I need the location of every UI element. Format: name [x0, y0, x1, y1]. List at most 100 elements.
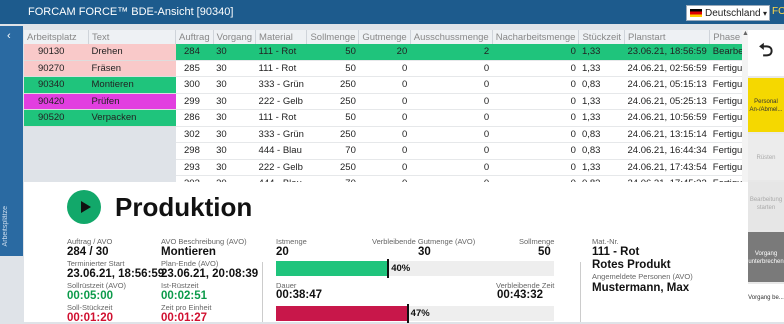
- term-start-value: 23.06.21, 18:56:59: [67, 268, 165, 280]
- order-cell-sollmenge: 50: [306, 44, 359, 61]
- soll-stueck-value: 00:01:20: [67, 312, 114, 324]
- order-cell-nacharbeit: 0: [492, 126, 579, 143]
- order-cell-vorgang: 30: [213, 142, 256, 160]
- workstation-row[interactable]: 90520 Verpacken: [24, 109, 176, 127]
- language-select[interactable]: Deutschland ▾: [686, 5, 770, 21]
- complete-operation-button[interactable]: Vorgang be...: [748, 284, 784, 322]
- order-cell-auftrag: 300: [176, 76, 214, 94]
- ws-header-id[interactable]: Arbeitsplatz: [24, 30, 89, 44]
- ruesten-label: Rüsten: [756, 155, 776, 161]
- order-cell-planstart: 24.06.21, 05:15:13: [624, 76, 710, 94]
- interrupt-operation-button[interactable]: Vorgang unterbrechen: [748, 232, 784, 282]
- order-cell-vorgang: 30: [213, 126, 256, 143]
- workstation-text: Prüfen: [88, 93, 176, 110]
- order-cell-ausschuss: 2: [410, 44, 493, 61]
- order-cell-sollmenge: 50: [306, 109, 359, 127]
- order-row[interactable]: 285 30 111 - Rot 50 0 0 0 1,33 24.06.21, 02:56:5…: [176, 60, 780, 77]
- title-bar: FORCAM FORCE™ BDE-Ansicht [90340] Deutsc…: [0, 0, 784, 24]
- order-cell-gutmenge: 0: [358, 60, 411, 77]
- ist-value: 20: [276, 246, 289, 258]
- workstation-text: Fräsen: [88, 60, 176, 77]
- order-cell-ausschuss: 0: [410, 142, 493, 160]
- start-processing-label: Bearbeitung starten: [749, 197, 783, 211]
- order-cell-stueckzeit: 1,33: [578, 109, 625, 127]
- collapse-chevron-icon[interactable]: ‹: [7, 30, 11, 42]
- back-button[interactable]: ⮌: [748, 30, 784, 76]
- workstation-text: Verpacken: [88, 109, 176, 127]
- order-cell-ausschuss: 0: [410, 126, 493, 143]
- order-cell-material: 222 - Gelb: [255, 159, 307, 176]
- order-row[interactable]: 300 30 333 - Grün 250 0 0 0 0,83 24.06.21, 05:15…: [176, 76, 780, 94]
- order-row[interactable]: 284 30 111 - Rot 50 20 2 0 1,33 23.06.21, 18:56:…: [176, 44, 780, 61]
- order-cell-nacharbeit: 0: [492, 159, 579, 176]
- soll-value: 50: [538, 246, 551, 258]
- order-cell-sollmenge: 250: [306, 93, 359, 110]
- order-cell-planstart: 24.06.21, 05:25:13: [624, 93, 710, 110]
- plan-ende-value: 23.06.21, 20:08:39: [161, 268, 259, 280]
- order-cell-auftrag: 286: [176, 109, 214, 127]
- order-row[interactable]: 293 30 222 - Gelb 250 0 0 0 1,33 24.06.21, 17:43…: [176, 159, 780, 176]
- soll-stueck-label: Soll-Stückzeit: [67, 303, 113, 312]
- order-cell-vorgang: 30: [213, 60, 256, 77]
- auftrag-avo-value: 284 / 30: [67, 246, 109, 258]
- ruesten-button[interactable]: Rüsten: [748, 134, 784, 180]
- workstation-id: 90520: [24, 109, 89, 127]
- quantity-progress-bar: 40%: [276, 259, 554, 278]
- col-planstart[interactable]: Planstart: [624, 30, 711, 44]
- dauer-value: 00:38:47: [276, 289, 323, 301]
- workplace-sidebar[interactable]: ‹ Arbeitsplätze: [0, 26, 23, 256]
- workstation-row[interactable]: 90270 Fräsen: [24, 60, 176, 77]
- order-cell-sollmenge: 250: [306, 159, 359, 176]
- auftrag-avo-label: Auftrag / AVO: [67, 237, 113, 246]
- order-row[interactable]: 299 30 222 - Gelb 250 0 0 0 1,33 24.06.21, 05:25…: [176, 93, 780, 110]
- order-cell-gutmenge: 0: [358, 126, 411, 143]
- col-auftrag[interactable]: Auftrag: [176, 30, 214, 44]
- order-cell-auftrag: 293: [176, 159, 214, 176]
- sidebar-label: Arbeitsplätze: [2, 206, 9, 247]
- personal-login-button[interactable]: Personal An-/Abmel...: [748, 78, 784, 132]
- col-sollmenge[interactable]: Sollmenge: [306, 30, 360, 44]
- interrupt-operation-label: Vorgang unterbrechen: [748, 251, 784, 265]
- col-ausschuss[interactable]: Ausschussmenge: [410, 30, 493, 44]
- col-nacharbeit[interactable]: Nacharbeitsmenge: [492, 30, 580, 44]
- workstation-row[interactable]: 90420 Prüfen: [24, 93, 176, 110]
- time-progress-fill: [276, 306, 407, 321]
- workstation-row[interactable]: 90130 Drehen: [24, 44, 176, 61]
- status-title: Produktion: [115, 192, 253, 222]
- workstation-row[interactable]: 90340 Montieren: [24, 76, 176, 94]
- col-vorgang[interactable]: Vorgang: [213, 30, 257, 44]
- time-progress-bar: 47%: [276, 304, 554, 323]
- quantity-progress-marker: [387, 259, 390, 278]
- order-row[interactable]: 298 30 444 - Blau 70 0 0 0 0,83 24.06.21, 16:44:…: [176, 142, 780, 160]
- order-cell-vorgang: 30: [213, 44, 256, 61]
- col-gutmenge[interactable]: Gutmenge: [358, 30, 411, 44]
- persons-value: Mustermann, Max: [592, 282, 690, 294]
- order-cell-nacharbeit: 0: [492, 60, 579, 77]
- rest-zeit-value: 00:43:32: [497, 289, 544, 301]
- play-status-icon: [67, 190, 101, 224]
- order-cell-auftrag: 298: [176, 142, 214, 160]
- title-hint: FO: [772, 6, 784, 17]
- language-value: Deutschland: [705, 7, 761, 19]
- order-cell-material: 111 - Rot: [255, 44, 307, 61]
- order-row[interactable]: 286 30 111 - Rot 50 0 0 0 1,33 24.06.21, 10:56:5…: [176, 109, 780, 127]
- workstation-id: 90270: [24, 60, 89, 77]
- ws-header-text[interactable]: Text: [88, 30, 176, 44]
- order-cell-ausschuss: 0: [410, 109, 493, 127]
- complete-operation-label: Vorgang be...: [748, 295, 784, 301]
- action-panel: ⮌ Personal An-/Abmel... Rüsten Bearbeitu…: [748, 30, 784, 322]
- order-cell-vorgang: 30: [213, 159, 256, 176]
- order-row[interactable]: 302 30 333 - Grün 250 0 0 0 0,83 24.06.21, 13:15…: [176, 126, 780, 143]
- ist-ruest-value: 00:02:51: [161, 290, 208, 302]
- order-cell-planstart: 24.06.21, 02:56:59: [624, 60, 710, 77]
- order-cell-nacharbeit: 0: [492, 93, 579, 110]
- order-cell-material: 222 - Gelb: [255, 93, 307, 110]
- time-progress-marker: [406, 304, 409, 323]
- col-material[interactable]: Material: [255, 30, 308, 44]
- start-processing-button[interactable]: Bearbeitung starten: [748, 182, 784, 230]
- col-stueckzeit[interactable]: Stückzeit: [578, 30, 626, 44]
- order-cell-ausschuss: 0: [410, 159, 493, 176]
- order-cell-planstart: 23.06.21, 18:56:59: [624, 44, 710, 61]
- order-cell-gutmenge: 0: [358, 109, 411, 127]
- order-cell-auftrag: 285: [176, 60, 214, 77]
